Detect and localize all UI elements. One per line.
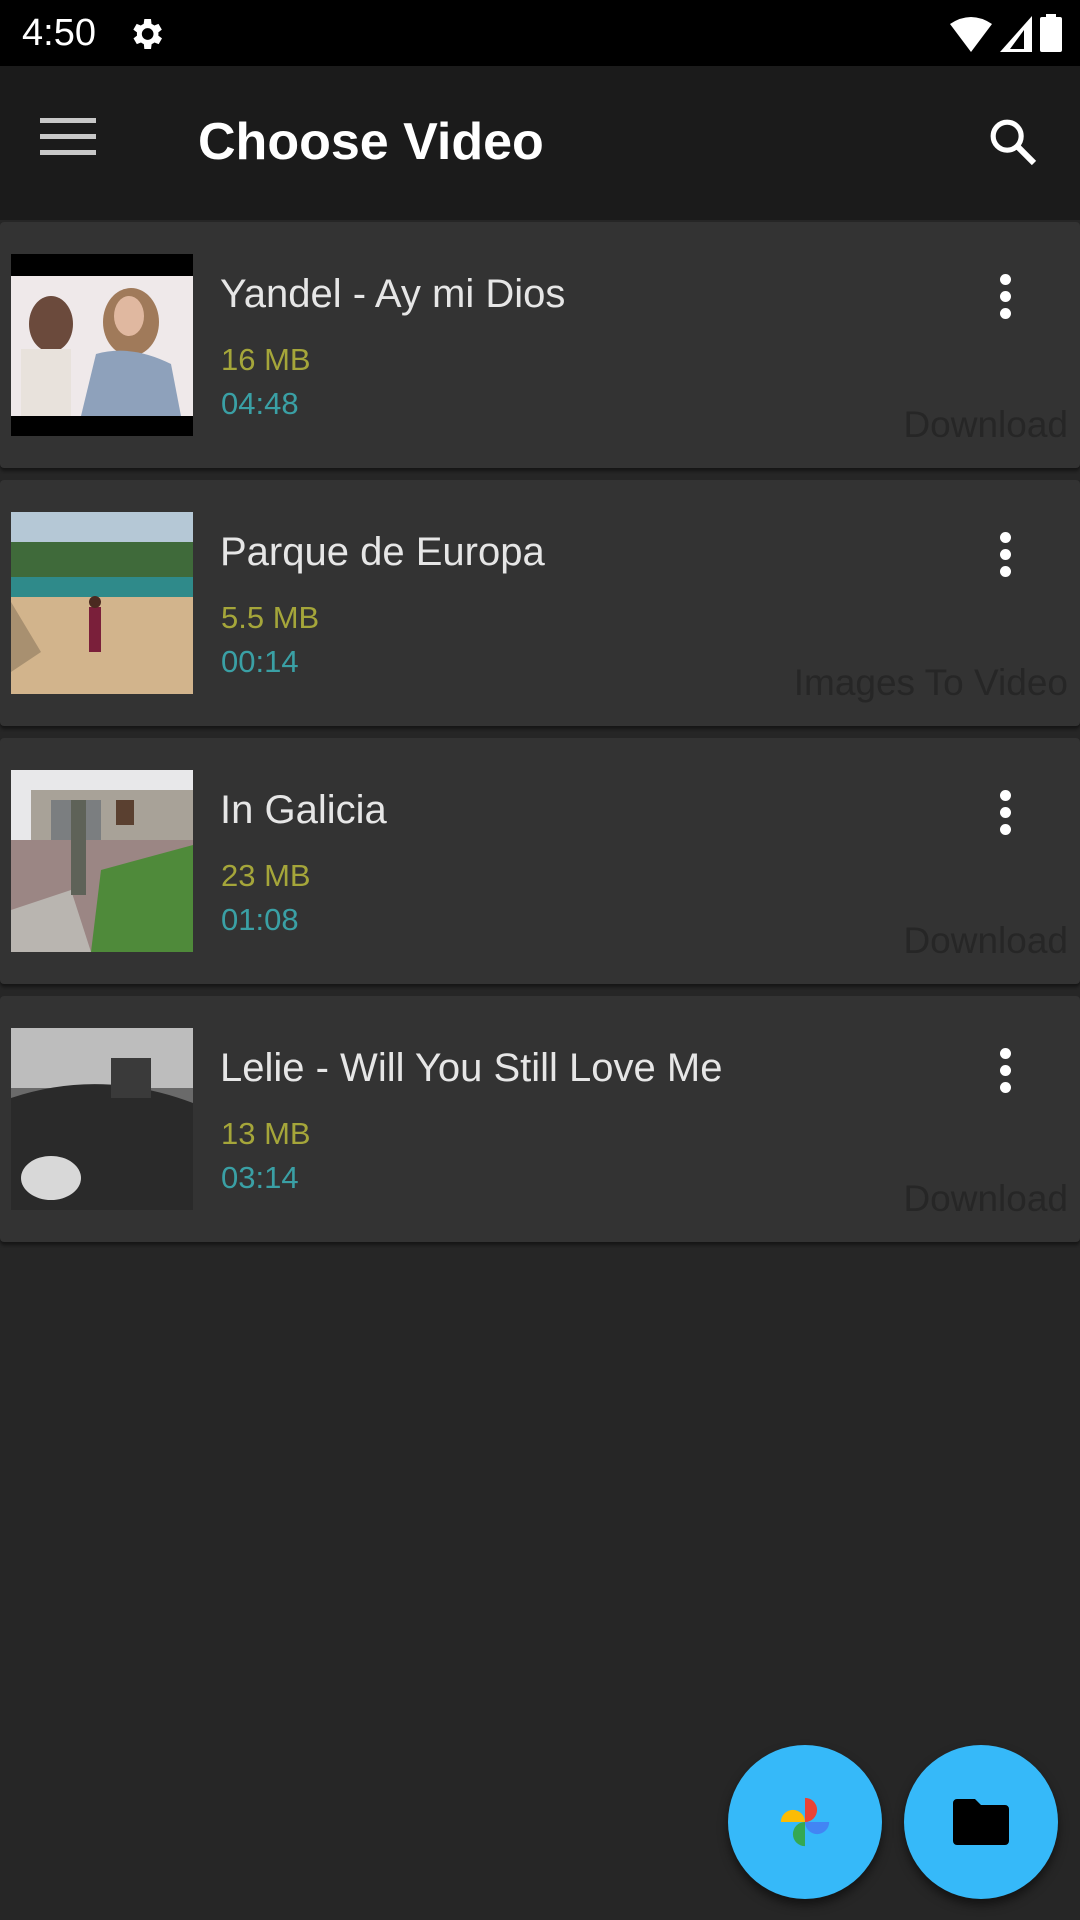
video-size: 13 MB — [221, 1116, 311, 1151]
video-list-item[interactable]: Parque de Europa 5.5 MB 00:14 Images To … — [0, 480, 1080, 726]
more-options-icon[interactable] — [990, 274, 1020, 330]
video-title: Parque de Europa — [220, 530, 545, 574]
video-list-item[interactable]: In Galicia 23 MB 01:08 Download — [0, 738, 1080, 984]
more-options-icon[interactable] — [990, 532, 1020, 588]
status-icons — [950, 14, 1062, 52]
more-options-icon[interactable] — [990, 790, 1020, 846]
video-action-button[interactable]: Download — [903, 404, 1068, 446]
more-options-icon[interactable] — [990, 1048, 1020, 1104]
video-list: Yandel - Ay mi Dios 16 MB 04:48 Download… — [0, 222, 1080, 1254]
video-title: In Galicia — [220, 788, 387, 832]
video-duration: 01:08 — [221, 902, 299, 937]
settings-gear-icon — [133, 19, 162, 49]
video-size: 5.5 MB — [221, 600, 320, 635]
video-thumbnail — [11, 254, 193, 436]
wifi-icon — [950, 17, 992, 52]
search-icon[interactable] — [985, 114, 1041, 170]
google-photos-button[interactable] — [728, 1745, 882, 1899]
video-duration: 04:48 — [221, 386, 299, 421]
video-size: 16 MB — [221, 342, 311, 377]
video-title: Lelie - Will You Still Love Me — [220, 1046, 723, 1090]
video-action-button[interactable]: Images To Video — [794, 662, 1068, 704]
video-title: Yandel - Ay mi Dios — [220, 272, 566, 316]
page-title: Choose Video — [198, 113, 544, 171]
video-thumbnail — [11, 770, 193, 952]
video-action-button[interactable]: Download — [903, 1178, 1068, 1220]
video-duration: 00:14 — [221, 644, 299, 679]
signal-icon — [1000, 16, 1032, 52]
video-duration: 03:14 — [221, 1160, 299, 1195]
status-bar: 4:50 — [0, 0, 1080, 66]
folder-button[interactable] — [904, 1745, 1058, 1899]
google-photos-icon — [780, 1797, 830, 1847]
video-list-item[interactable]: Lelie - Will You Still Love Me 13 MB 03:… — [0, 996, 1080, 1242]
folder-icon — [953, 1799, 1009, 1845]
app-bar: Choose Video — [0, 66, 1080, 220]
video-thumbnail — [11, 512, 193, 694]
video-action-button[interactable]: Download — [903, 920, 1068, 962]
status-time: 4:50 — [22, 12, 96, 54]
battery-icon — [1040, 14, 1062, 52]
hamburger-menu-icon[interactable] — [40, 118, 96, 158]
video-thumbnail — [11, 1028, 193, 1210]
video-list-item[interactable]: Yandel - Ay mi Dios 16 MB 04:48 Download — [0, 222, 1080, 468]
video-size: 23 MB — [221, 858, 311, 893]
